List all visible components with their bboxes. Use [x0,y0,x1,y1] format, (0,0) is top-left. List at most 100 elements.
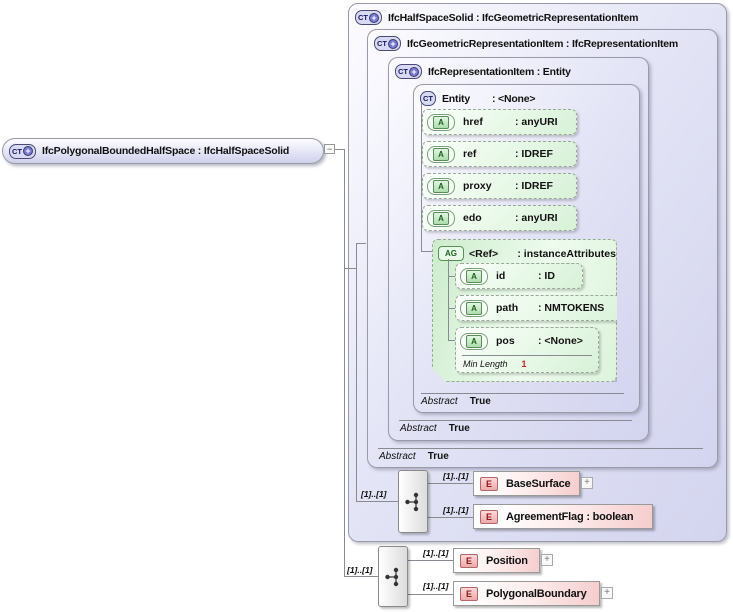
attribute-name: id [496,270,506,282]
attribute-href[interactable]: A href : anyURI [422,109,577,135]
connector-line [428,483,473,484]
connector-line [356,243,357,501]
complex-type-icon: CT + [9,143,36,159]
attribute-group-header: AG <Ref> : instanceAttributes [433,240,616,261]
attribute-id[interactable]: A id : ID [455,263,583,289]
sequence-glyph [405,492,419,511]
attribute-icon: A [427,177,455,195]
complex-type-box-entity[interactable]: CT Entity : <None> A href : anyURI A ref… [413,84,640,413]
connector-line [335,149,344,150]
abstract-facet: Abstract True [400,423,470,434]
box1-header: CT + IfcHalfSpaceSolid : IfcGeometricRepr… [349,4,726,25]
entity-header: CT Entity : <None> [414,85,639,106]
root-title: IfcPolygonalBoundedHalfSpace : IfcHalfSp… [42,145,290,157]
occurrence-label: [1]..[1] [443,471,469,481]
occurrence-label: [1]..[1] [443,505,469,515]
facet-divider [399,420,632,421]
expand-button-polygonalboundary[interactable]: + [601,587,613,599]
connector-line [408,560,453,561]
box3-header: CT + IfcRepresentationItem : Entity [389,58,648,79]
connector-line [448,276,455,277]
occurrence-label: [1]..[1] [347,565,373,575]
complex-type-box-ifchalfspacesolid[interactable]: CT + IfcHalfSpaceSolid : IfcGeometricRepr… [348,3,727,542]
sequence-icon-inner[interactable] [398,470,428,533]
attribute-pos[interactable]: A pos : <None> Min Length 1 [455,327,599,373]
occurrence-label: [1]..[1] [361,489,387,499]
schema-diagram: CT + IfcPolygonalBoundedHalfSpace : IfcHa… [0,0,733,612]
attribute-type: : NMTOKENS [538,302,605,314]
element-name: Position [486,554,528,567]
expand-button-position[interactable]: + [541,554,553,566]
attribute-type: : IDREF [515,148,553,160]
connector-line [448,308,455,309]
attribute-ref[interactable]: A ref : IDREF [422,141,577,167]
box3-title: IfcRepresentationItem : Entity [428,65,571,78]
box2-title: IfcGeometricRepresentationItem : IfcRepr… [407,37,679,50]
connector-line [448,340,455,341]
attribute-type: : ID [538,270,555,282]
facet-divider [462,355,592,356]
attribute-name: href [463,116,483,128]
connector-line [408,594,453,595]
element-name: PolygonalBoundary [486,587,587,600]
element-name: AgreementFlag : boolean [506,510,634,523]
element-position[interactable]: E Position [453,548,540,573]
attribute-name: pos [496,335,515,347]
occurrence-label: [1]..[1] [423,581,449,591]
attribute-group-type: : instanceAttributes [517,247,616,260]
attribute-group-name: <Ref> [469,247,499,260]
element-name: BaseSurface [506,477,571,490]
element-icon: E [460,586,478,601]
attribute-icon: A [460,333,488,350]
connector-line [344,268,356,269]
sequence-icon-outer[interactable] [378,546,408,607]
element-icon: E [480,509,498,524]
attribute-proxy[interactable]: A proxy : IDREF [422,173,577,199]
attribute-icon: A [427,113,455,131]
attribute-type: : <None> [538,335,583,347]
abstract-facet: Abstract True [379,451,449,462]
connector-line [344,576,378,577]
box2-header: CT + IfcGeometricRepresentationItem : Ifc… [368,30,717,51]
complex-type-ifcpolygonalboundedhalfspace[interactable]: CT + IfcPolygonalBoundedHalfSpace : IfcHa… [2,138,324,164]
facet-divider [421,393,624,394]
attribute-edo[interactable]: A edo : anyURI [422,205,577,231]
connector-line [356,243,366,244]
collapse-button[interactable]: − [324,144,335,154]
occurrence-label: [1]..[1] [423,548,449,558]
attribute-type: : IDREF [515,180,553,192]
attribute-group-ref[interactable]: AG <Ref> : instanceAttributes A id : ID [432,239,617,382]
complex-type-icon: CT + [355,10,382,25]
attribute-type: : anyURI [515,212,558,224]
element-icon: E [460,553,478,568]
complex-type-box-ifcrepresentationitem[interactable]: CT + IfcRepresentationItem : Entity CT En… [388,57,649,441]
expand-button-basesurface[interactable]: + [581,477,593,489]
complex-type-icon: CT + [374,36,401,51]
attribute-icon: A [427,145,455,163]
box1-title: IfcHalfSpaceSolid : IfcGeometricRepresen… [388,11,639,24]
element-polygonalboundary[interactable]: E PolygonalBoundary [453,581,600,606]
complex-type-icon: CT [420,91,436,106]
attribute-type: : anyURI [515,116,558,128]
entity-name: Entity [442,92,470,105]
attribute-name: ref [463,148,477,160]
attribute-name: proxy [463,180,492,192]
abstract-facet: Abstract True [421,396,491,407]
attribute-path[interactable]: A path : NMTOKENS [455,295,639,321]
attribute-name: edo [463,212,482,224]
sequence-glyph [385,567,399,586]
attribute-icon: A [460,268,488,285]
attribute-group-icon: AG [438,246,464,261]
element-basesurface[interactable]: E BaseSurface [473,471,580,496]
attribute-icon: A [427,209,455,227]
connector-line [448,259,449,340]
element-agreementflag[interactable]: E AgreementFlag : boolean [473,504,653,529]
facet-divider [378,448,703,449]
connector-line [344,149,345,577]
minlength-facet: Min Length 1 [463,359,527,369]
entity-type: : <None> [492,92,536,105]
connector-line [356,501,398,502]
attribute-icon: A [460,300,488,317]
complex-type-box-ifcgeometricrepresentationitem[interactable]: CT + IfcGeometricRepresentationItem : Ifc… [367,29,718,468]
connector-line [428,517,473,518]
